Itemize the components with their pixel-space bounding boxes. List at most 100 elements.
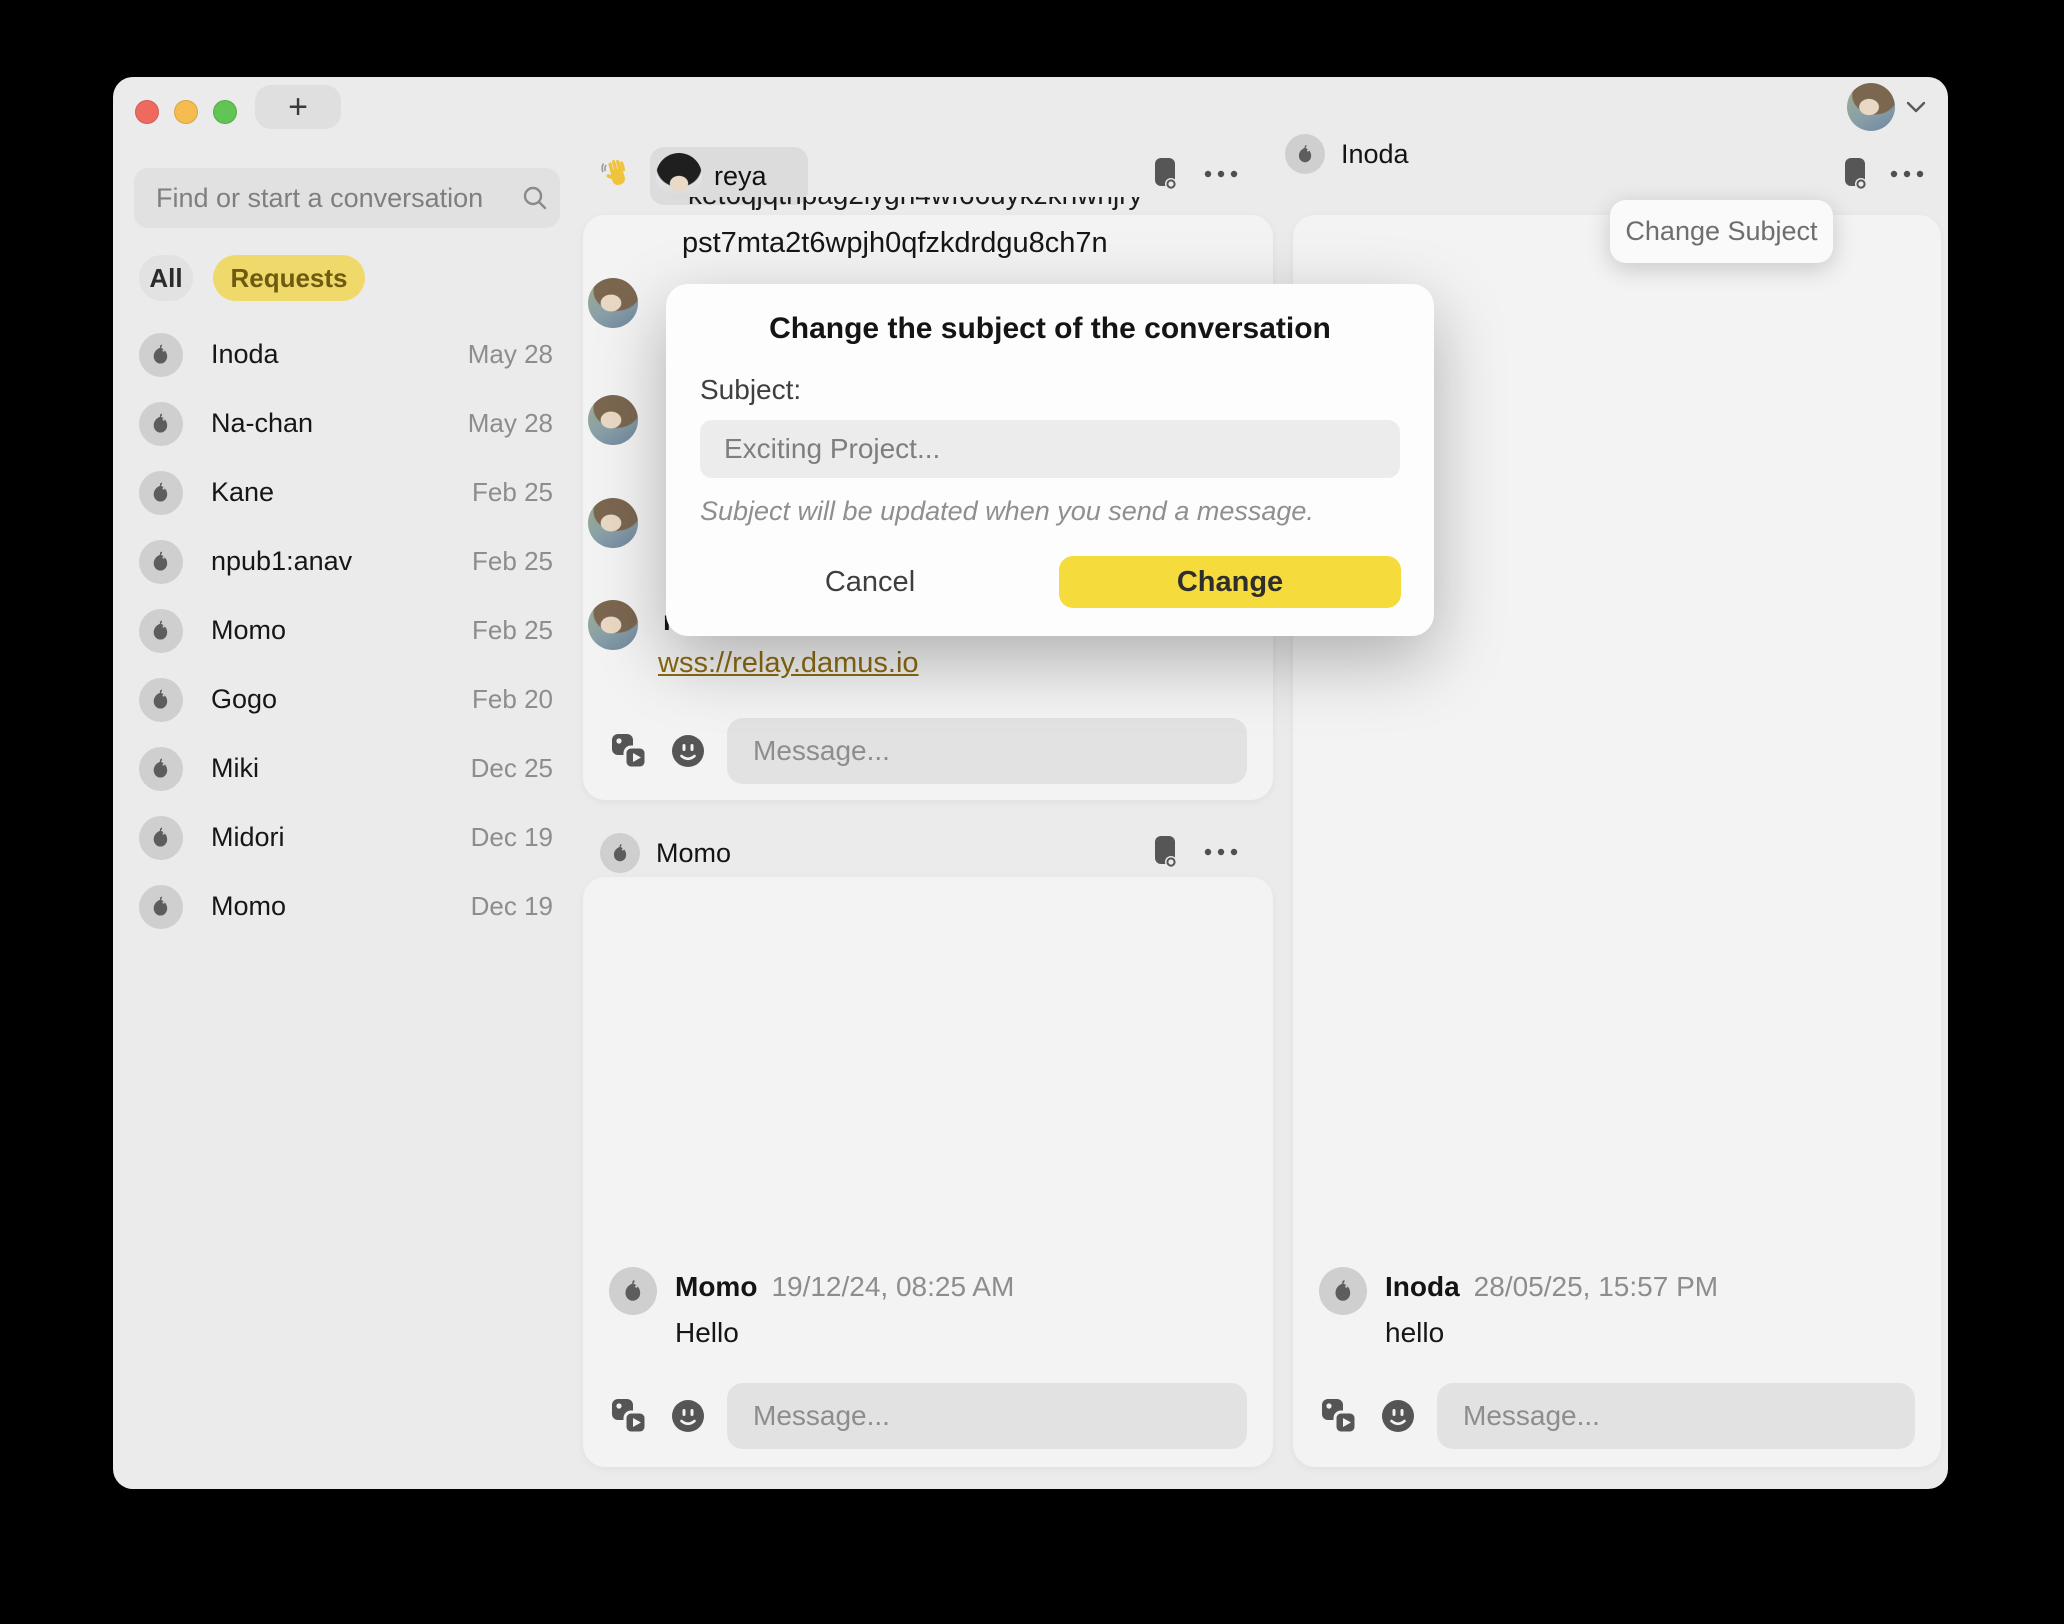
change-subject-icon[interactable]	[1153, 157, 1179, 191]
chat-message: Momo 19/12/24, 08:25 AM Hello	[609, 1267, 1247, 1349]
more-options-icon[interactable]	[1203, 847, 1239, 857]
peer-name: Inoda	[1341, 139, 1409, 170]
npub-text: pst7mta2t6wpjh0qfzkdrdgu8ch7n	[682, 227, 1108, 260]
peer-avatar	[1285, 134, 1325, 174]
contact-avatar	[139, 678, 183, 722]
conversation-date: May 28	[468, 408, 553, 439]
change-subject-tooltip: Change Subject	[1610, 200, 1833, 263]
filter-requests-tab[interactable]: Requests	[213, 255, 365, 301]
message-composer	[583, 718, 1273, 784]
change-subject-icon[interactable]	[1843, 157, 1869, 191]
contact-avatar	[139, 609, 183, 653]
message-sender: Inoda	[1385, 1271, 1460, 1303]
chat-message: Inoda 28/05/25, 15:57 PM hello	[1319, 1267, 1915, 1349]
contact-avatar	[139, 402, 183, 446]
contact-name: Momo	[211, 891, 286, 922]
relay-url-link[interactable]: wss://relay.damus.io	[658, 647, 919, 680]
new-tab-button[interactable]: +	[255, 85, 341, 129]
avatar	[588, 395, 638, 445]
contact-name: Na-chan	[211, 408, 313, 439]
conversation-list-item[interactable]: Kane Feb 25	[113, 458, 573, 527]
message-text: Hello	[675, 1317, 1014, 1349]
minimize-window-button[interactable]	[174, 100, 198, 124]
contact-avatar	[139, 471, 183, 515]
contact-name: Miki	[211, 753, 259, 784]
avatar	[588, 278, 638, 328]
change-button[interactable]: Change	[1059, 556, 1401, 608]
message-composer	[1319, 1383, 1915, 1449]
conversation-list-item[interactable]: Gogo Feb 20	[113, 665, 573, 734]
chat-panel-momo: Momo 19/12/24, 08:25 AM Hello	[583, 877, 1273, 1467]
contact-avatar	[139, 816, 183, 860]
account-menu[interactable]	[1847, 83, 1927, 131]
chevron-down-icon	[1905, 100, 1927, 114]
conversation-list: Inoda May 28 Na-chan May 28	[113, 320, 573, 941]
message-input[interactable]	[727, 1383, 1247, 1449]
conversation-list-item[interactable]: npub1:anav Feb 25	[113, 527, 573, 596]
avatar	[588, 600, 638, 650]
zoom-window-button[interactable]	[213, 100, 237, 124]
conversation-date: Dec 19	[471, 891, 553, 922]
conversation-date: Feb 25	[472, 477, 553, 508]
conversation-list-item[interactable]: Momo Feb 25	[113, 596, 573, 665]
emoji-icon[interactable]	[669, 1397, 707, 1435]
search-conversation-box	[134, 168, 560, 228]
message-input[interactable]	[727, 718, 1247, 784]
avatar	[588, 498, 638, 548]
search-icon	[520, 183, 550, 213]
chat-header-inoda: Inoda	[1285, 134, 1409, 174]
change-subject-dialog: Change the subject of the conversation S…	[666, 284, 1434, 636]
contact-name: Midori	[211, 822, 285, 853]
sender-avatar	[1319, 1267, 1367, 1315]
conversation-list-item[interactable]: Miki Dec 25	[113, 734, 573, 803]
conversation-list-item[interactable]: Midori Dec 19	[113, 803, 573, 872]
contact-avatar	[139, 333, 183, 377]
attach-media-icon[interactable]	[609, 731, 649, 771]
peer-avatar	[600, 833, 640, 873]
contact-name: Momo	[211, 615, 286, 646]
peer-name: reya	[714, 161, 767, 192]
message-timestamp: 28/05/25, 15:57 PM	[1474, 1271, 1718, 1303]
user-avatar[interactable]	[1847, 83, 1895, 131]
contact-name: Kane	[211, 477, 274, 508]
attach-media-icon[interactable]	[609, 1396, 649, 1436]
emoji-icon[interactable]	[669, 732, 707, 770]
clipped-scrolled-text: ket6qjqtnpag2lygh4wf66uykzknwnjry	[688, 197, 1248, 213]
close-window-button[interactable]	[135, 100, 159, 124]
conversation-list-item[interactable]: Na-chan May 28	[113, 389, 573, 458]
contact-name: npub1:anav	[211, 546, 352, 577]
search-input[interactable]	[134, 183, 520, 214]
contact-name: Gogo	[211, 684, 277, 715]
subject-label: Subject:	[700, 374, 1434, 406]
peer-avatar	[656, 153, 702, 199]
message-text: hello	[1385, 1317, 1718, 1349]
more-options-icon[interactable]	[1889, 169, 1925, 179]
peer-name: Momo	[656, 838, 731, 869]
conversation-date: Feb 25	[472, 615, 553, 646]
contact-avatar	[139, 747, 183, 791]
conversation-list-item[interactable]: Momo Dec 19	[113, 872, 573, 941]
app-window: + All Requests Inoda May 28	[113, 77, 1948, 1489]
dialog-title: Change the subject of the conversation	[666, 312, 1434, 346]
contact-avatar	[139, 885, 183, 929]
subject-note: Subject will be updated when you send a …	[700, 496, 1400, 527]
emoji-icon[interactable]	[1379, 1397, 1417, 1435]
chat-header-momo: Momo	[600, 833, 731, 873]
sender-avatar	[609, 1267, 657, 1315]
wave-hand-icon	[600, 157, 636, 193]
attach-media-icon[interactable]	[1319, 1396, 1359, 1436]
filter-all-tab[interactable]: All	[139, 255, 193, 301]
message-input[interactable]	[1437, 1383, 1915, 1449]
conversation-date: Feb 25	[472, 546, 553, 577]
contact-name: Inoda	[211, 339, 279, 370]
subject-input[interactable]	[700, 420, 1400, 478]
more-options-icon[interactable]	[1203, 169, 1239, 179]
message-timestamp: 19/12/24, 08:25 AM	[771, 1271, 1014, 1303]
cancel-button[interactable]: Cancel	[810, 556, 930, 608]
conversation-list-item[interactable]: Inoda May 28	[113, 320, 573, 389]
message-sender: Momo	[675, 1271, 757, 1303]
change-subject-icon[interactable]	[1153, 835, 1179, 869]
message-composer	[609, 1383, 1247, 1449]
contact-avatar	[139, 540, 183, 584]
conversation-date: May 28	[468, 339, 553, 370]
